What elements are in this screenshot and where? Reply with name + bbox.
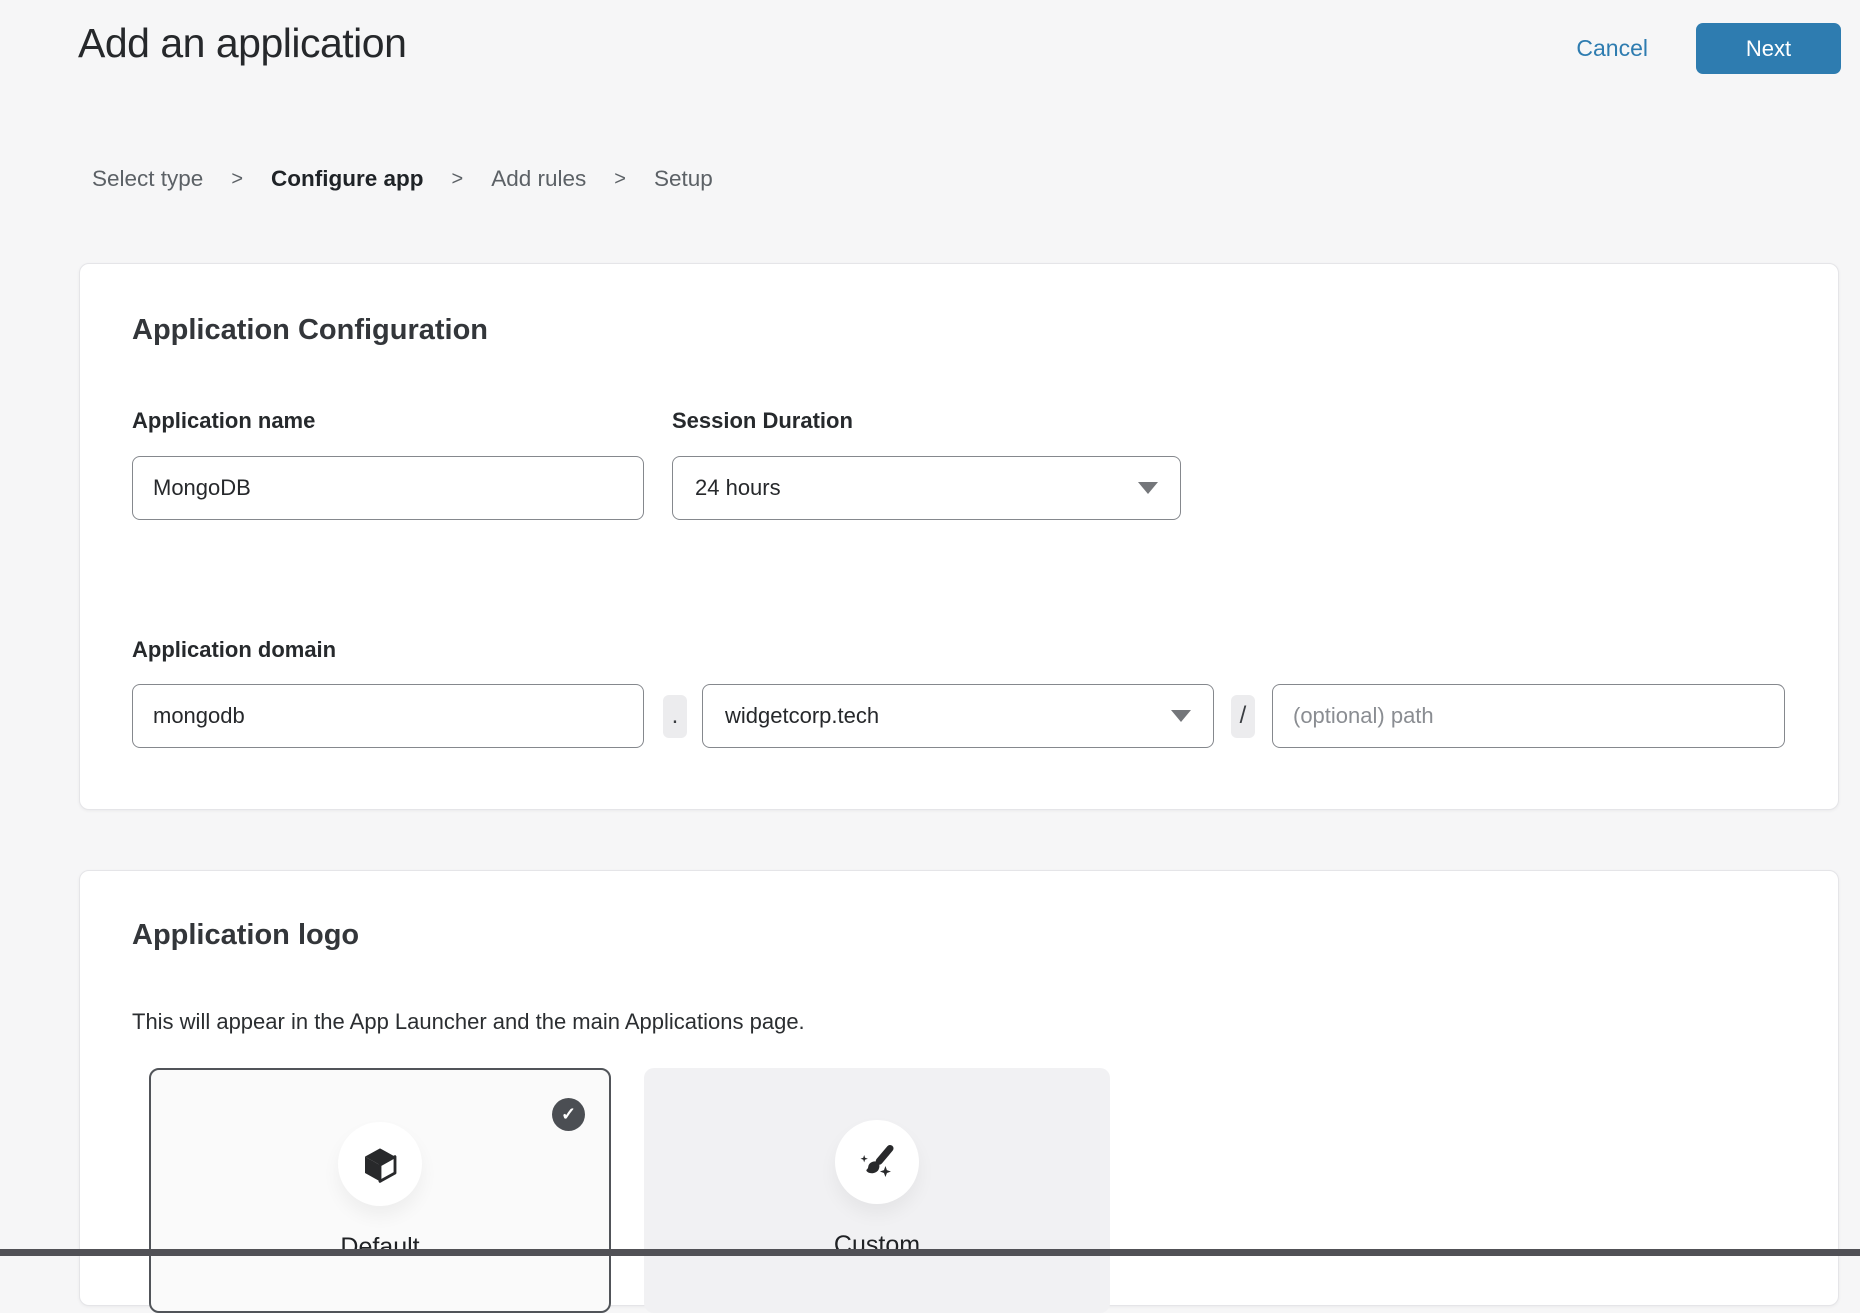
- application-logo-description: This will appear in the App Launcher and…: [132, 1009, 805, 1035]
- step-add-rules[interactable]: Add rules: [491, 166, 586, 192]
- chevron-down-icon: [1171, 710, 1191, 722]
- logo-option-custom[interactable]: Custom: [644, 1068, 1110, 1313]
- application-domain-label: Application domain: [132, 637, 336, 663]
- logo-option-default[interactable]: ✓ Default: [149, 1068, 611, 1313]
- application-configuration-card: Application Configuration Application na…: [79, 263, 1839, 810]
- dot-separator: .: [663, 695, 687, 738]
- breadcrumb-separator: >: [614, 168, 626, 191]
- default-logo-circle: [338, 1122, 422, 1206]
- session-duration-value: 24 hours: [695, 475, 781, 501]
- cube-icon: [360, 1144, 400, 1184]
- path-input[interactable]: [1272, 684, 1785, 748]
- breadcrumb-separator: >: [452, 168, 464, 191]
- bottom-edge-bar: [0, 1249, 1860, 1256]
- application-domain-row: . widgetcorp.tech /: [132, 684, 1785, 748]
- breadcrumb: Select type > Configure app > Add rules …: [92, 166, 713, 192]
- page-title: Add an application: [78, 20, 406, 67]
- custom-logo-circle: [835, 1120, 919, 1204]
- session-duration-label: Session Duration: [672, 408, 853, 434]
- cancel-button[interactable]: Cancel: [1576, 35, 1648, 62]
- domain-select[interactable]: widgetcorp.tech: [702, 684, 1214, 748]
- paintbrush-icon: [855, 1140, 899, 1184]
- chevron-down-icon: [1138, 482, 1158, 494]
- step-setup[interactable]: Setup: [654, 166, 713, 192]
- selected-check-icon: ✓: [552, 1098, 585, 1131]
- session-duration-select[interactable]: 24 hours: [672, 456, 1181, 520]
- subdomain-input[interactable]: [132, 684, 644, 748]
- application-logo-card: Application logo This will appear in the…: [79, 870, 1839, 1306]
- logo-option-label: Default: [151, 1233, 609, 1262]
- slash-separator: /: [1231, 695, 1255, 738]
- breadcrumb-separator: >: [231, 168, 243, 191]
- step-select-type[interactable]: Select type: [92, 166, 203, 192]
- step-configure-app[interactable]: Configure app: [271, 166, 424, 192]
- application-configuration-heading: Application Configuration: [132, 314, 488, 347]
- header-actions: Cancel Next: [1576, 23, 1841, 74]
- application-name-input[interactable]: [132, 456, 644, 520]
- application-name-label: Application name: [132, 408, 315, 434]
- domain-value: widgetcorp.tech: [725, 703, 879, 729]
- next-button[interactable]: Next: [1696, 23, 1841, 74]
- application-logo-heading: Application logo: [132, 919, 359, 952]
